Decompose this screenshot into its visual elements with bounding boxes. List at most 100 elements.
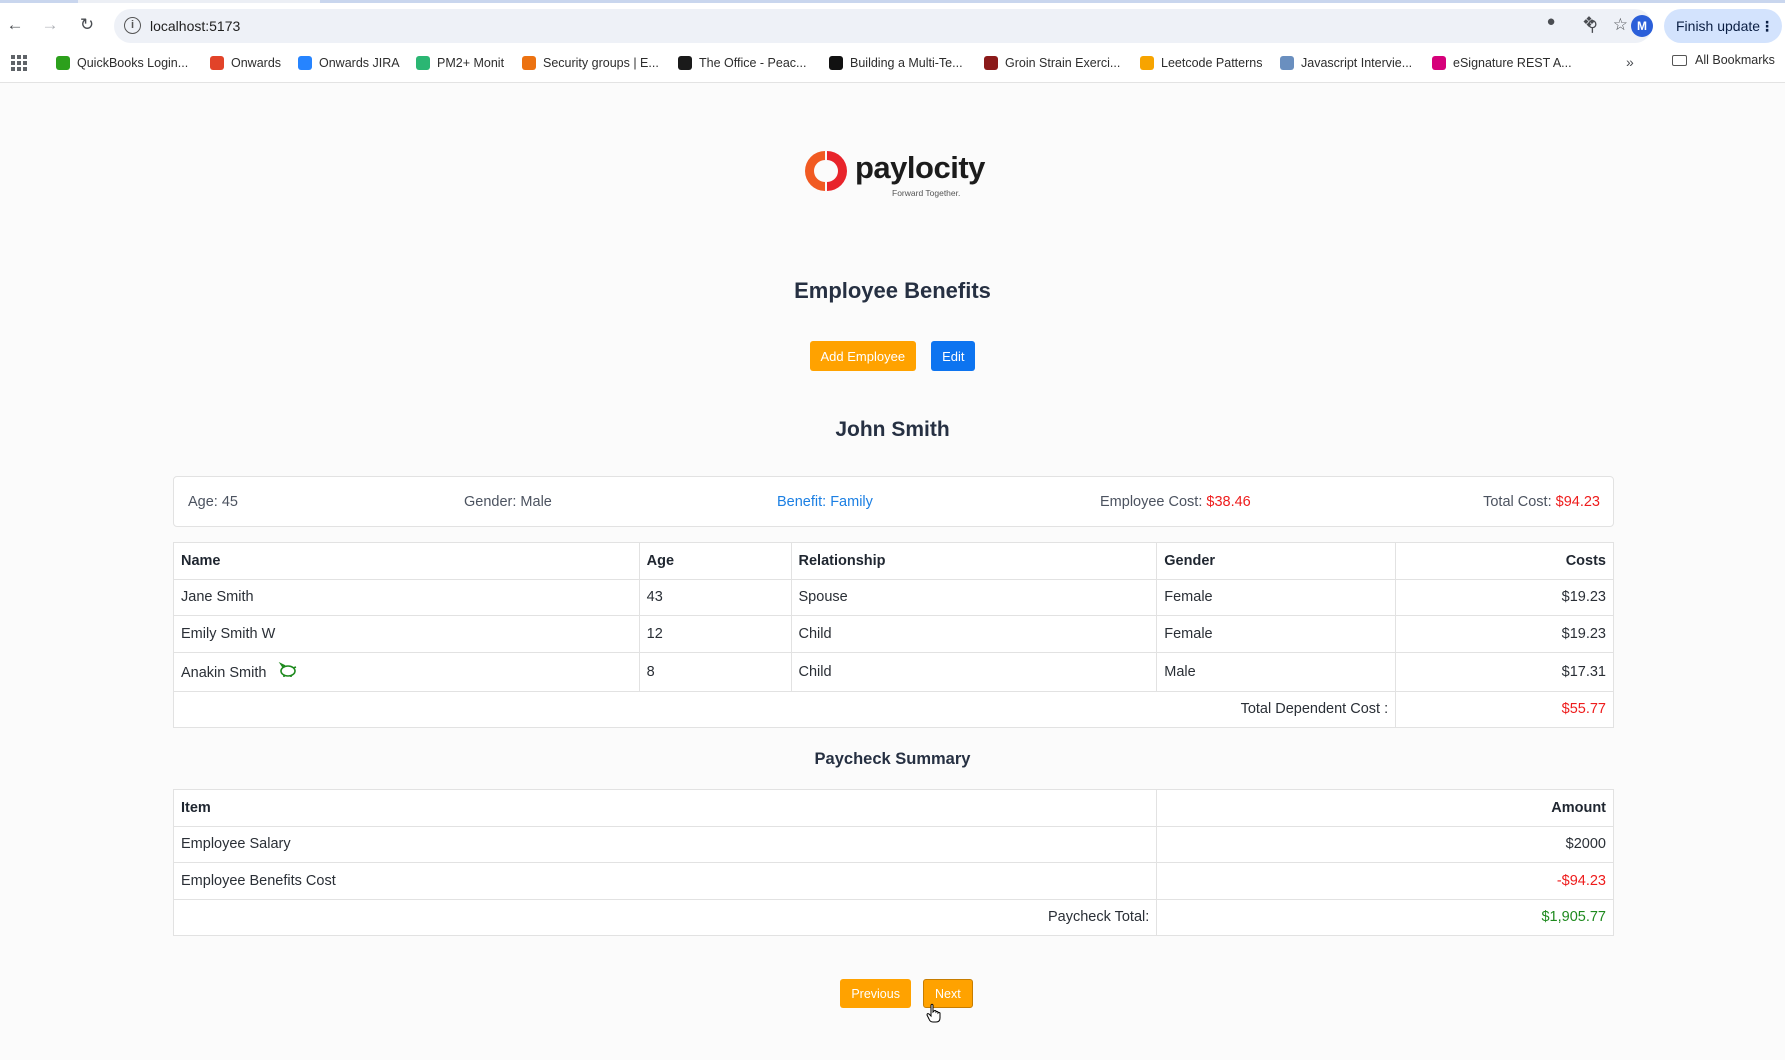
tab-strip xyxy=(0,0,1785,3)
logo-wordmark: paylocity xyxy=(855,150,985,185)
bookmark-item[interactable]: Onwards xyxy=(210,53,281,73)
folder-icon xyxy=(1672,54,1687,66)
table-row: Employee Salary $2000 xyxy=(172,825,1614,863)
table-header-row: Name Age Relationship Gender Costs xyxy=(173,542,1614,580)
total-cost-value: $94.23 xyxy=(1555,494,1600,510)
header-name: Name xyxy=(173,542,640,580)
bookmark-label: Javascript Intervie... xyxy=(1301,56,1413,70)
address-bar[interactable]: i localhost:5173 ⚲ ☆ xyxy=(114,9,1652,43)
header-age: Age xyxy=(638,542,792,580)
bookmark-favicon-icon xyxy=(298,56,312,70)
dependent-gender: Male xyxy=(1156,651,1397,692)
all-bookmarks-button[interactable]: All Bookmarks xyxy=(1672,53,1775,67)
bookmark-item[interactable]: Leetcode Patterns xyxy=(1140,53,1262,73)
bookmark-star-icon[interactable]: ☆ xyxy=(1613,15,1628,35)
bookmark-favicon-icon xyxy=(1432,56,1446,70)
table-row: Jane Smith 43 Spouse Female $19.23 xyxy=(173,578,1614,616)
extension-icon[interactable]: ● xyxy=(1540,13,1562,35)
employee-name: John Smith xyxy=(835,418,950,441)
table-header-row: Item Amount xyxy=(172,789,1614,827)
table-row: Employee Benefits Cost -$94.23 xyxy=(172,862,1614,900)
paycheck-total-value: $1,905.77 xyxy=(1156,898,1614,936)
bookmark-label: Building a Multi-Te... xyxy=(850,56,963,70)
dependent-name: Jane Smith xyxy=(173,578,640,616)
total-row: Paycheck Total: $1,905.77 xyxy=(172,898,1614,936)
dependent-cost: $19.23 xyxy=(1395,615,1614,653)
table-row: Anakin Smith 8 Child Male $17.31 xyxy=(173,651,1614,692)
back-icon[interactable]: ← xyxy=(2,12,28,38)
benefit-type: Benefit: Family xyxy=(777,494,873,510)
dependent-relationship: Child xyxy=(790,651,1158,692)
site-info-icon[interactable]: i xyxy=(124,17,141,34)
employee-cost-label: Employee Cost: xyxy=(1100,494,1203,510)
total-cost-label: Total Cost: xyxy=(1483,494,1552,510)
bookmark-label: eSignature REST A... xyxy=(1453,56,1572,70)
dependent-age: 8 xyxy=(638,651,792,692)
employee-gender: Gender: Male xyxy=(464,494,552,510)
bookmark-favicon-icon xyxy=(678,56,692,70)
bookmark-favicon-icon xyxy=(1140,56,1154,70)
bookmark-label: Onwards JIRA xyxy=(319,56,400,70)
paycheck-amount: $2000 xyxy=(1156,825,1614,863)
employee-cost: Employee Cost: $38.46 xyxy=(1100,494,1251,510)
dependent-gender: Female xyxy=(1156,578,1397,616)
dependents-table: Name Age Relationship Gender Costs Jane … xyxy=(172,542,1614,728)
bookmark-item[interactable]: QuickBooks Login... xyxy=(56,53,188,73)
finish-update-button[interactable]: Finish update ⋮ xyxy=(1664,9,1782,43)
bookmark-item[interactable]: Security groups | E... xyxy=(522,53,659,73)
apps-grid-icon[interactable] xyxy=(11,55,27,71)
paycheck-item: Employee Salary xyxy=(172,825,1158,863)
bookmarks-bar: QuickBooks Login... Onwards Onwards JIRA PM… xyxy=(0,50,1785,76)
page-title: Employee Benefits xyxy=(794,278,991,303)
total-dependent-cost-value: $55.77 xyxy=(1395,690,1614,728)
header-item: Item xyxy=(172,789,1158,827)
url-text[interactable]: localhost:5173 xyxy=(150,18,240,34)
employee-age: Age: 45 xyxy=(188,494,238,510)
paycheck-table: Item Amount Employee Salary $2000 Employ… xyxy=(172,789,1614,936)
header-amount: Amount xyxy=(1156,789,1614,827)
bookmark-favicon-icon xyxy=(56,56,70,70)
paylocity-mark-icon xyxy=(805,151,847,191)
previous-button[interactable]: Previous xyxy=(840,979,911,1008)
bookmark-item[interactable]: The Office - Peac... xyxy=(678,53,806,73)
bookmark-item[interactable]: eSignature REST A... xyxy=(1432,53,1572,73)
action-buttons: Add Employee Edit xyxy=(0,341,1785,371)
all-bookmarks-label: All Bookmarks xyxy=(1695,53,1775,67)
piggy-bank-icon xyxy=(279,661,297,677)
extensions-puzzle-icon[interactable]: ❖ xyxy=(1578,13,1600,35)
table-row: Emily Smith W 12 Child Female $19.23 xyxy=(173,615,1614,653)
bookmark-label: Onwards xyxy=(231,56,282,70)
paycheck-summary-title: Paycheck Summary xyxy=(814,750,971,768)
reload-icon[interactable]: ↻ xyxy=(74,12,100,38)
header-gender: Gender xyxy=(1156,542,1397,580)
header-costs: Costs xyxy=(1395,542,1614,580)
profile-avatar[interactable]: M xyxy=(1631,15,1653,37)
dependent-relationship: Spouse xyxy=(790,578,1158,616)
bookmark-item[interactable]: Javascript Intervie... xyxy=(1280,53,1412,73)
bookmark-label: QuickBooks Login... xyxy=(77,56,189,70)
hand-cursor-icon xyxy=(926,1003,941,1023)
edit-button[interactable]: Edit xyxy=(931,341,976,371)
bookmark-item[interactable]: Groin Strain Exerci... xyxy=(984,53,1120,73)
bookmark-item[interactable]: Building a Multi-Te... xyxy=(829,53,963,73)
bookmark-favicon-icon xyxy=(984,56,998,70)
dependent-name: Emily Smith W xyxy=(173,615,640,653)
dependent-name: Anakin Smith xyxy=(181,665,267,681)
more-bookmarks-icon[interactable]: » xyxy=(1626,54,1634,70)
employee-cost-value: $38.46 xyxy=(1206,494,1251,510)
add-employee-button[interactable]: Add Employee xyxy=(809,341,917,371)
bookmark-label: Groin Strain Exerci... xyxy=(1005,56,1121,70)
forward-icon[interactable]: → xyxy=(37,12,63,38)
dependent-cost: $19.23 xyxy=(1395,578,1614,616)
bookmark-favicon-icon xyxy=(1280,56,1294,70)
bookmark-item[interactable]: PM2+ Monit xyxy=(416,53,504,73)
bookmark-favicon-icon xyxy=(210,56,224,70)
total-row: Total Dependent Cost : $55.77 xyxy=(172,690,1614,728)
menu-dots-icon[interactable]: ⋮ xyxy=(1760,9,1774,43)
bookmark-label: Leetcode Patterns xyxy=(1161,56,1263,70)
pagination: Previous Next xyxy=(0,979,1785,1008)
bookmark-label: The Office - Peac... xyxy=(699,56,807,70)
bookmark-item[interactable]: Onwards JIRA xyxy=(298,53,400,73)
browser-chrome: ← → ↻ i localhost:5173 ⚲ ☆ ● ❖ M Finish … xyxy=(0,0,1785,83)
logo-tagline: Forward Together. xyxy=(892,188,961,198)
